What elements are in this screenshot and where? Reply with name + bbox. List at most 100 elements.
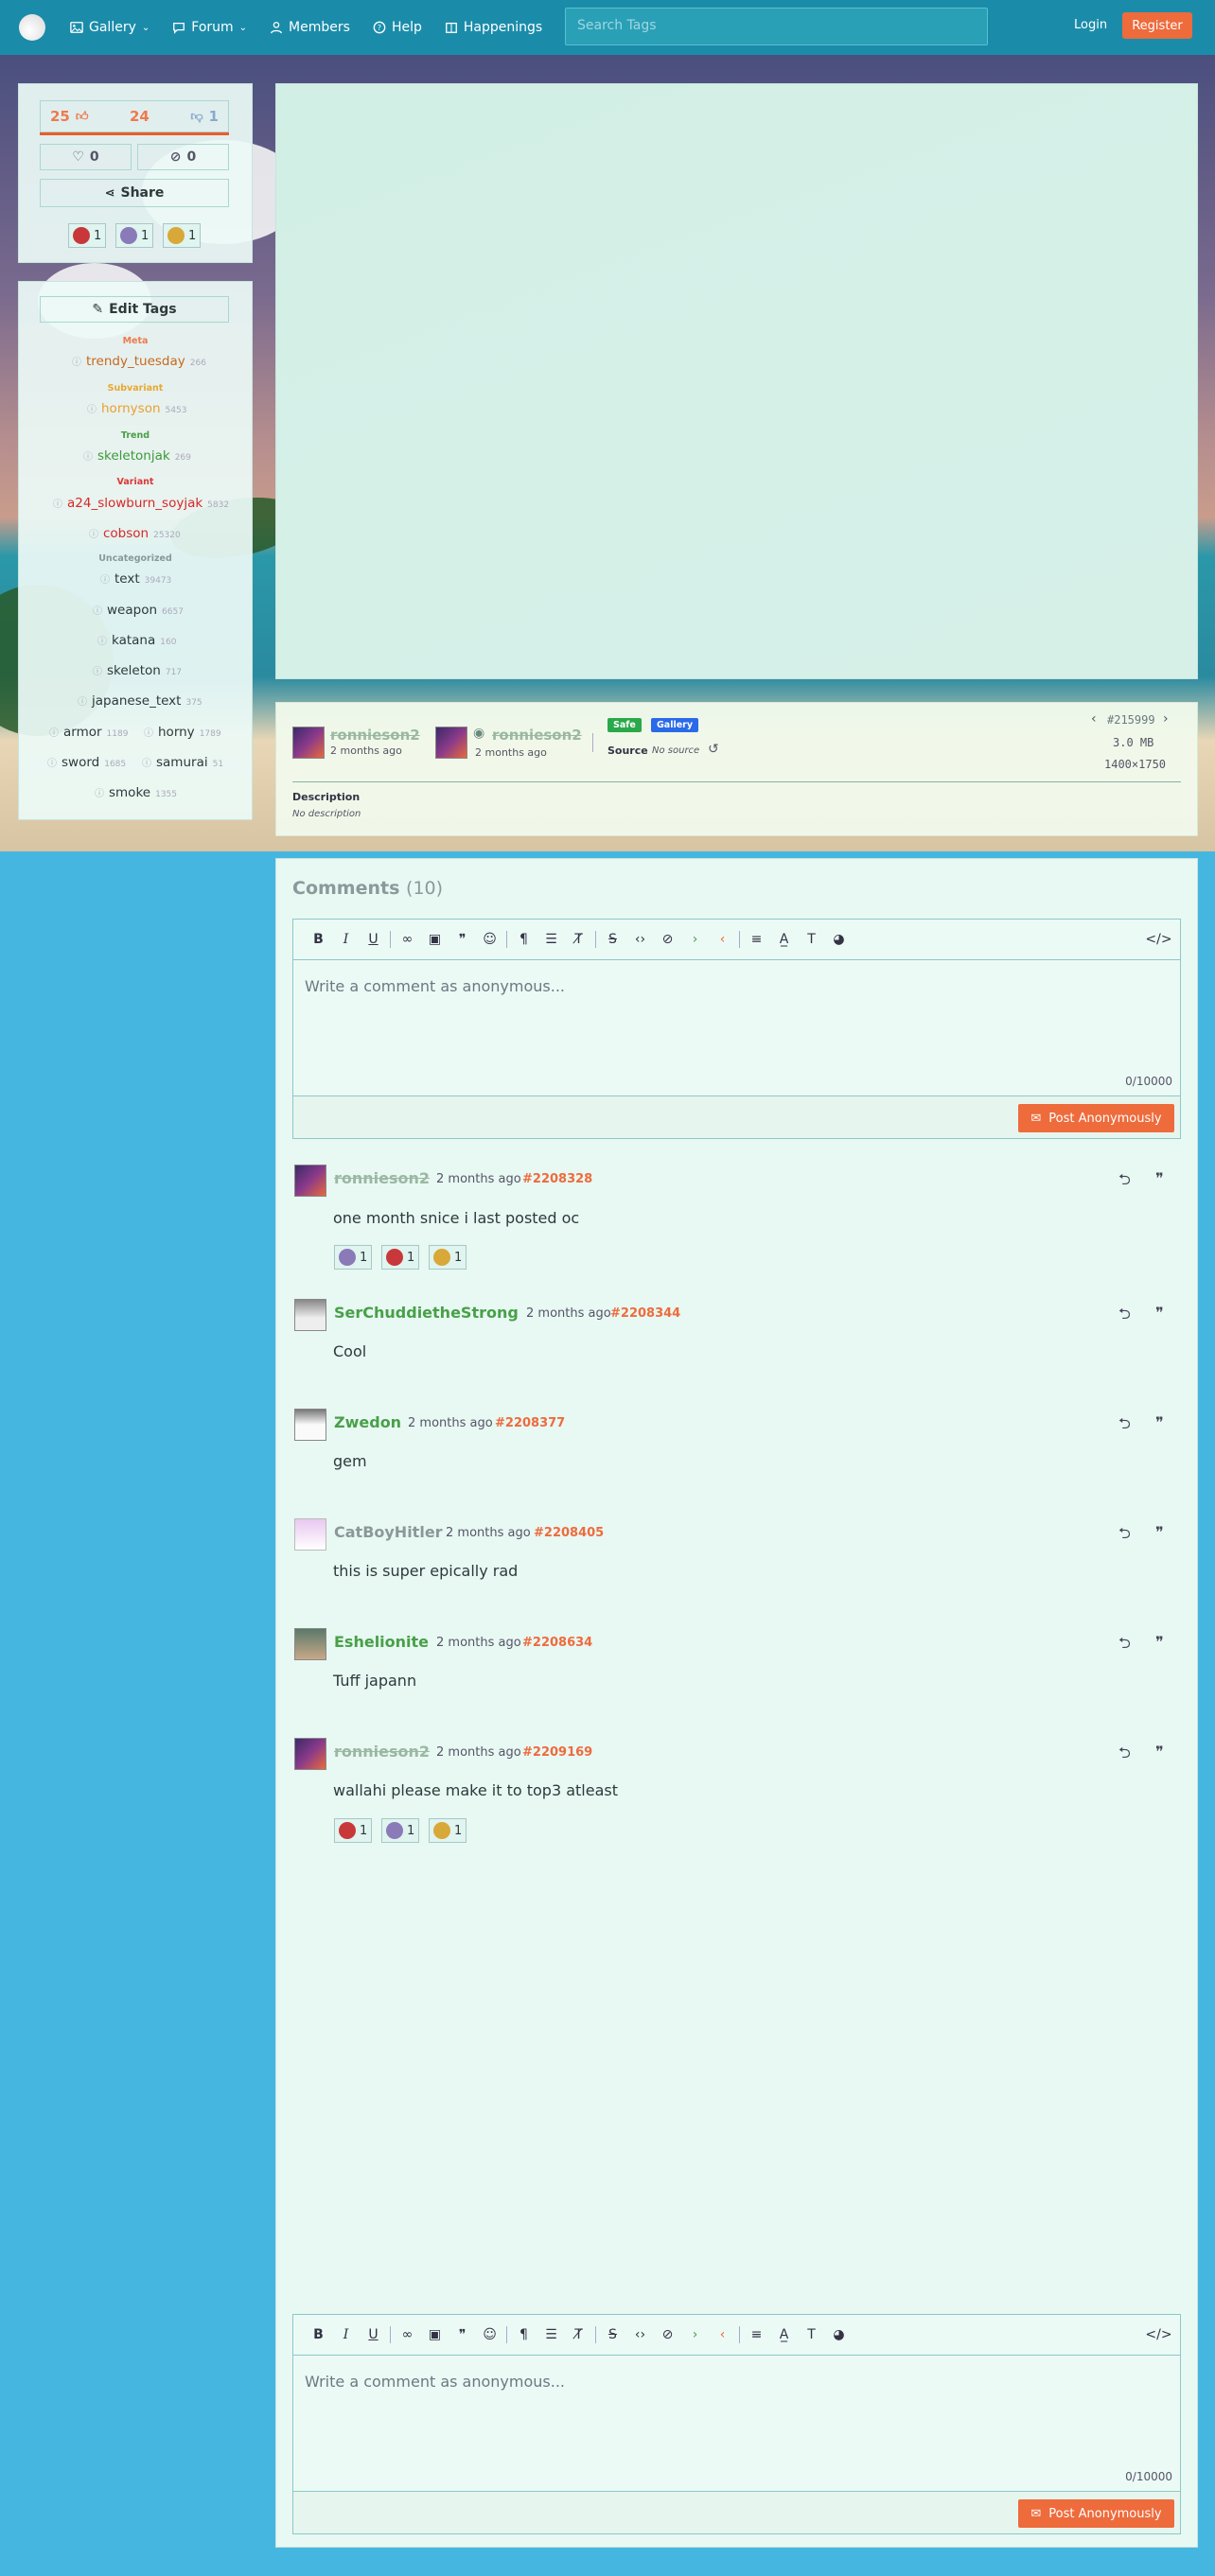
link-icon[interactable]: ∞ — [394, 932, 421, 947]
avatar[interactable] — [292, 727, 325, 759]
strikethrough-icon[interactable]: S — [599, 2327, 626, 2342]
login-link[interactable]: Login — [1074, 18, 1107, 32]
paragraph-icon[interactable]: ¶ — [510, 2327, 537, 2342]
list-icon[interactable]: ☰ — [537, 2327, 565, 2342]
nav-help[interactable]: ? Help — [373, 20, 422, 35]
align-icon[interactable]: ≡ — [743, 2327, 770, 2342]
quote-icon[interactable]: ❞ — [449, 932, 476, 947]
emoji-icon[interactable]: ☺ — [476, 2327, 503, 2342]
uploader-name[interactable]: ronnieson2 — [330, 727, 420, 744]
avatar[interactable] — [294, 1518, 326, 1551]
quote-icon[interactable]: ❞ — [1155, 1633, 1164, 1651]
text-color-icon[interactable]: A̲ — [770, 932, 798, 947]
comment-author[interactable]: Eshelionite — [334, 1633, 429, 1651]
avatar[interactable] — [294, 1409, 326, 1441]
search-input[interactable]: Search Tags — [565, 8, 988, 45]
reaction-button[interactable]: 1 — [381, 1818, 420, 1843]
bold-icon[interactable]: B — [305, 932, 332, 947]
palette-icon[interactable]: ◕ — [825, 932, 853, 947]
rating-badge[interactable]: Safe — [608, 718, 642, 732]
tag-item[interactable]: ⓘ japanese_text 375 — [78, 693, 202, 709]
text-color-icon[interactable]: A̲ — [770, 2327, 798, 2342]
reaction-button[interactable]: 1 — [334, 1818, 373, 1843]
register-button[interactable]: Register — [1122, 12, 1192, 39]
comment-author[interactable]: ronnieson2 — [334, 1169, 430, 1187]
orangetext-icon[interactable]: ‹ — [709, 932, 736, 947]
font-size-icon[interactable]: T — [798, 2327, 825, 2342]
avatar[interactable] — [294, 1165, 326, 1197]
reaction-button[interactable]: 1 — [68, 223, 107, 248]
greentext-icon[interactable]: › — [681, 2327, 709, 2342]
image-icon[interactable]: ▣ — [421, 932, 449, 947]
chevron-left-icon[interactable]: ‹ — [1091, 711, 1097, 727]
avatar[interactable] — [294, 1628, 326, 1660]
avatar[interactable] — [294, 1738, 326, 1770]
palette-icon[interactable]: ◕ — [825, 2327, 853, 2342]
font-size-icon[interactable]: T — [798, 932, 825, 947]
post-image[interactable] — [275, 83, 1198, 679]
avatar[interactable] — [435, 727, 467, 759]
quote-icon[interactable]: ❞ — [449, 2327, 476, 2342]
nav-happenings[interactable]: Happenings — [445, 20, 542, 35]
reply-icon[interactable]: ⮌ — [1118, 1743, 1131, 1768]
comment-textarea[interactable]: Write a comment as anonymous... 0/10000 — [293, 960, 1180, 1096]
tag-item[interactable]: ⓘ samurai 51 — [142, 755, 223, 770]
italic-icon[interactable]: I — [332, 932, 360, 947]
underline-icon[interactable]: U — [360, 932, 387, 947]
nav-forum[interactable]: Forum ⌄ — [172, 20, 247, 35]
tag-item[interactable]: ⓘ katana 160 — [97, 633, 176, 648]
reply-icon[interactable]: ⮌ — [1118, 1169, 1131, 1195]
quote-icon[interactable]: ❞ — [1155, 1523, 1164, 1541]
code-icon[interactable]: ‹› — [626, 932, 654, 947]
history-icon[interactable]: ↺ — [708, 742, 719, 757]
comment-author[interactable]: ronnieson2 — [334, 1743, 430, 1761]
hide-button[interactable]: ⊘ 0 — [137, 144, 229, 170]
tag-item[interactable]: ⓘ skeleton 717 — [93, 663, 182, 678]
align-icon[interactable]: ≡ — [743, 932, 770, 947]
source-code-icon[interactable]: </> — [1145, 932, 1172, 947]
comment-author[interactable]: CatBoyHitler — [334, 1523, 443, 1541]
bold-icon[interactable]: B — [305, 2327, 332, 2342]
list-icon[interactable]: ☰ — [537, 932, 565, 947]
spoiler-icon[interactable]: ⊘ — [654, 2327, 681, 2342]
upvote-button[interactable]: 25 👍︎ — [50, 108, 88, 125]
reaction-button[interactable]: 1 — [429, 1245, 467, 1270]
comment-id[interactable]: #2208405 — [534, 1526, 604, 1540]
paragraph-icon[interactable]: ¶ — [510, 932, 537, 947]
tag-item[interactable]: ⓘ hornyson 5453 — [87, 401, 186, 416]
edit-tags-button[interactable]: ✎ Edit Tags — [40, 296, 229, 323]
tag-item[interactable]: ⓘ text 39473 — [100, 571, 171, 587]
source-code-icon[interactable]: </> — [1145, 2327, 1172, 2342]
quote-icon[interactable]: ❞ — [1155, 1169, 1164, 1187]
tag-item[interactable]: ⓘ weapon 6657 — [93, 603, 184, 618]
greentext-icon[interactable]: › — [681, 932, 709, 947]
chevron-right-icon[interactable]: › — [1163, 711, 1169, 727]
reply-icon[interactable]: ⮌ — [1118, 1304, 1131, 1329]
downvote-button[interactable]: 👎︎ 1 — [190, 108, 219, 125]
quote-icon[interactable]: ❞ — [1155, 1304, 1164, 1322]
comment-textarea[interactable]: Write a comment as anonymous... 0/10000 — [293, 2356, 1180, 2492]
reply-icon[interactable]: ⮌ — [1118, 1633, 1131, 1658]
reaction-button[interactable]: 1 — [115, 223, 154, 248]
reaction-button[interactable]: 1 — [334, 1245, 373, 1270]
reaction-button[interactable]: 1 — [163, 223, 202, 248]
site-logo[interactable] — [19, 14, 45, 41]
comment-id[interactable]: #2208634 — [522, 1636, 592, 1650]
avatar[interactable] — [294, 1299, 326, 1331]
code-icon[interactable]: ‹› — [626, 2327, 654, 2342]
comment-author[interactable]: SerChuddietheStrong — [334, 1304, 519, 1322]
link-icon[interactable]: ∞ — [394, 2327, 421, 2342]
orangetext-icon[interactable]: ‹ — [709, 2327, 736, 2342]
comment-id[interactable]: #2208344 — [610, 1306, 680, 1321]
tag-item[interactable]: ⓘ a24_slowburn_soyjak 5832 — [53, 496, 229, 511]
tag-item[interactable]: ⓘ cobson 25320 — [89, 526, 181, 541]
quote-icon[interactable]: ❞ — [1155, 1743, 1164, 1761]
nav-gallery[interactable]: Gallery ⌄ — [70, 20, 150, 35]
tag-item[interactable]: ⓘ trendy_tuesday 266 — [72, 354, 206, 369]
nav-members[interactable]: Members — [270, 20, 350, 35]
tag-item[interactable]: ⓘ sword 1685 — [47, 755, 126, 770]
comment-id[interactable]: #2208328 — [522, 1172, 592, 1186]
tag-item[interactable]: ⓘ smoke 1355 — [95, 785, 177, 800]
board-badge[interactable]: Gallery — [651, 718, 699, 732]
post-anonymously-button[interactable]: ✉ Post Anonymously — [1018, 1104, 1174, 1132]
